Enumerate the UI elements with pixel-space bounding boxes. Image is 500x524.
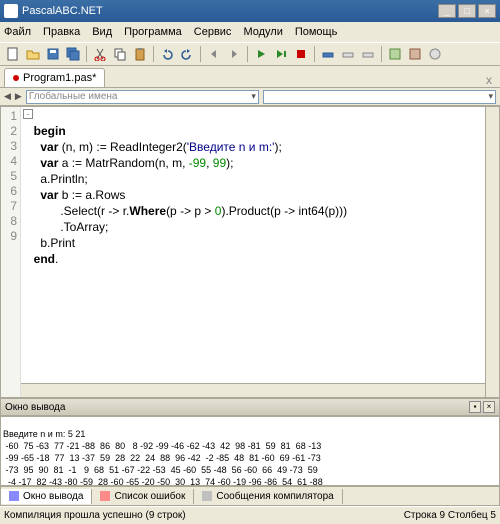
redo-button[interactable] xyxy=(178,45,196,63)
compile-button[interactable] xyxy=(386,45,404,63)
save-all-button[interactable] xyxy=(64,45,82,63)
undo-button[interactable] xyxy=(158,45,176,63)
forward-button[interactable] xyxy=(225,45,243,63)
options-button[interactable] xyxy=(426,45,444,63)
status-position: Строка 9 Столбец 5 xyxy=(404,510,496,521)
statusbar: Компиляция прошла успешно (9 строк) Стро… xyxy=(0,506,500,524)
app-icon xyxy=(4,4,18,18)
step-into-button[interactable] xyxy=(319,45,337,63)
nav-forward-icon[interactable]: ▶ xyxy=(15,91,22,102)
status-message: Компиляция прошла успешно (9 строк) xyxy=(4,510,186,521)
bottom-tabbar: Окно вывода Список ошибок Сообщения комп… xyxy=(0,486,500,506)
menu-view[interactable]: Вид xyxy=(92,26,112,38)
document-tabs: Program1.pas* x xyxy=(0,66,500,88)
save-button[interactable] xyxy=(44,45,62,63)
step-out-button[interactable] xyxy=(359,45,377,63)
open-file-button[interactable] xyxy=(24,45,42,63)
copy-button[interactable] xyxy=(111,45,129,63)
window-titlebar: PascalABC.NET _ □ × xyxy=(0,0,500,22)
code-area[interactable]: begin var (n, m) := ReadInteger2('Введит… xyxy=(21,107,499,397)
messages-tab-icon xyxy=(202,491,212,501)
errors-tab-icon xyxy=(100,491,110,501)
panel-pin-icon[interactable]: ▪ xyxy=(469,401,481,413)
stop-button[interactable] xyxy=(292,45,310,63)
tab-program1[interactable]: Program1.pas* xyxy=(4,68,105,87)
vertical-scrollbar[interactable] xyxy=(485,107,499,397)
tab-label: Program1.pas* xyxy=(23,72,96,84)
code-editor[interactable]: 123456789 - begin var (n, m) := ReadInte… xyxy=(0,106,500,398)
window-title: PascalABC.NET xyxy=(22,5,438,17)
menu-service[interactable]: Сервис xyxy=(194,26,232,38)
menu-file[interactable]: Файл xyxy=(4,26,31,38)
maximize-button[interactable]: □ xyxy=(458,4,476,18)
panel-close-icon[interactable]: × xyxy=(483,401,495,413)
menu-edit[interactable]: Правка xyxy=(43,26,80,38)
close-button[interactable]: × xyxy=(478,4,496,18)
paste-button[interactable] xyxy=(131,45,149,63)
menu-modules[interactable]: Модули xyxy=(243,26,282,38)
minimize-button[interactable]: _ xyxy=(438,4,456,18)
member-combo[interactable] xyxy=(263,90,496,104)
navigation-bar: ◀ ▶ Глобальные имена xyxy=(0,88,500,106)
tab-close-icon[interactable]: x xyxy=(482,73,496,87)
output-panel[interactable]: Введите n и m: 5 21 -60 75 -63 77 -21 -8… xyxy=(0,416,500,486)
run-no-debug-button[interactable] xyxy=(272,45,290,63)
build-button[interactable] xyxy=(406,45,424,63)
tab-output[interactable]: Окно вывода xyxy=(1,489,92,504)
tab-messages[interactable]: Сообщения компилятора xyxy=(194,489,342,504)
line-gutter: 123456789 xyxy=(1,107,21,397)
menu-help[interactable]: Помощь xyxy=(295,26,338,38)
menu-program[interactable]: Программа xyxy=(124,26,182,38)
horizontal-scrollbar[interactable] xyxy=(21,383,485,397)
window-controls: _ □ × xyxy=(438,4,496,18)
nav-back-icon[interactable]: ◀ xyxy=(4,91,11,102)
output-panel-header: Окно вывода ▪ × xyxy=(0,398,500,416)
back-button[interactable] xyxy=(205,45,223,63)
scope-combo[interactable]: Глобальные имена xyxy=(26,90,259,104)
step-over-button[interactable] xyxy=(339,45,357,63)
cut-button[interactable] xyxy=(91,45,109,63)
toolbar xyxy=(0,42,500,66)
new-file-button[interactable] xyxy=(4,45,22,63)
tab-errors[interactable]: Список ошибок xyxy=(92,489,194,504)
output-tab-icon xyxy=(9,491,19,501)
unsaved-dot-icon xyxy=(13,75,19,81)
output-panel-title: Окно вывода xyxy=(5,402,65,413)
menubar: Файл Правка Вид Программа Сервис Модули … xyxy=(0,22,500,42)
run-button[interactable] xyxy=(252,45,270,63)
